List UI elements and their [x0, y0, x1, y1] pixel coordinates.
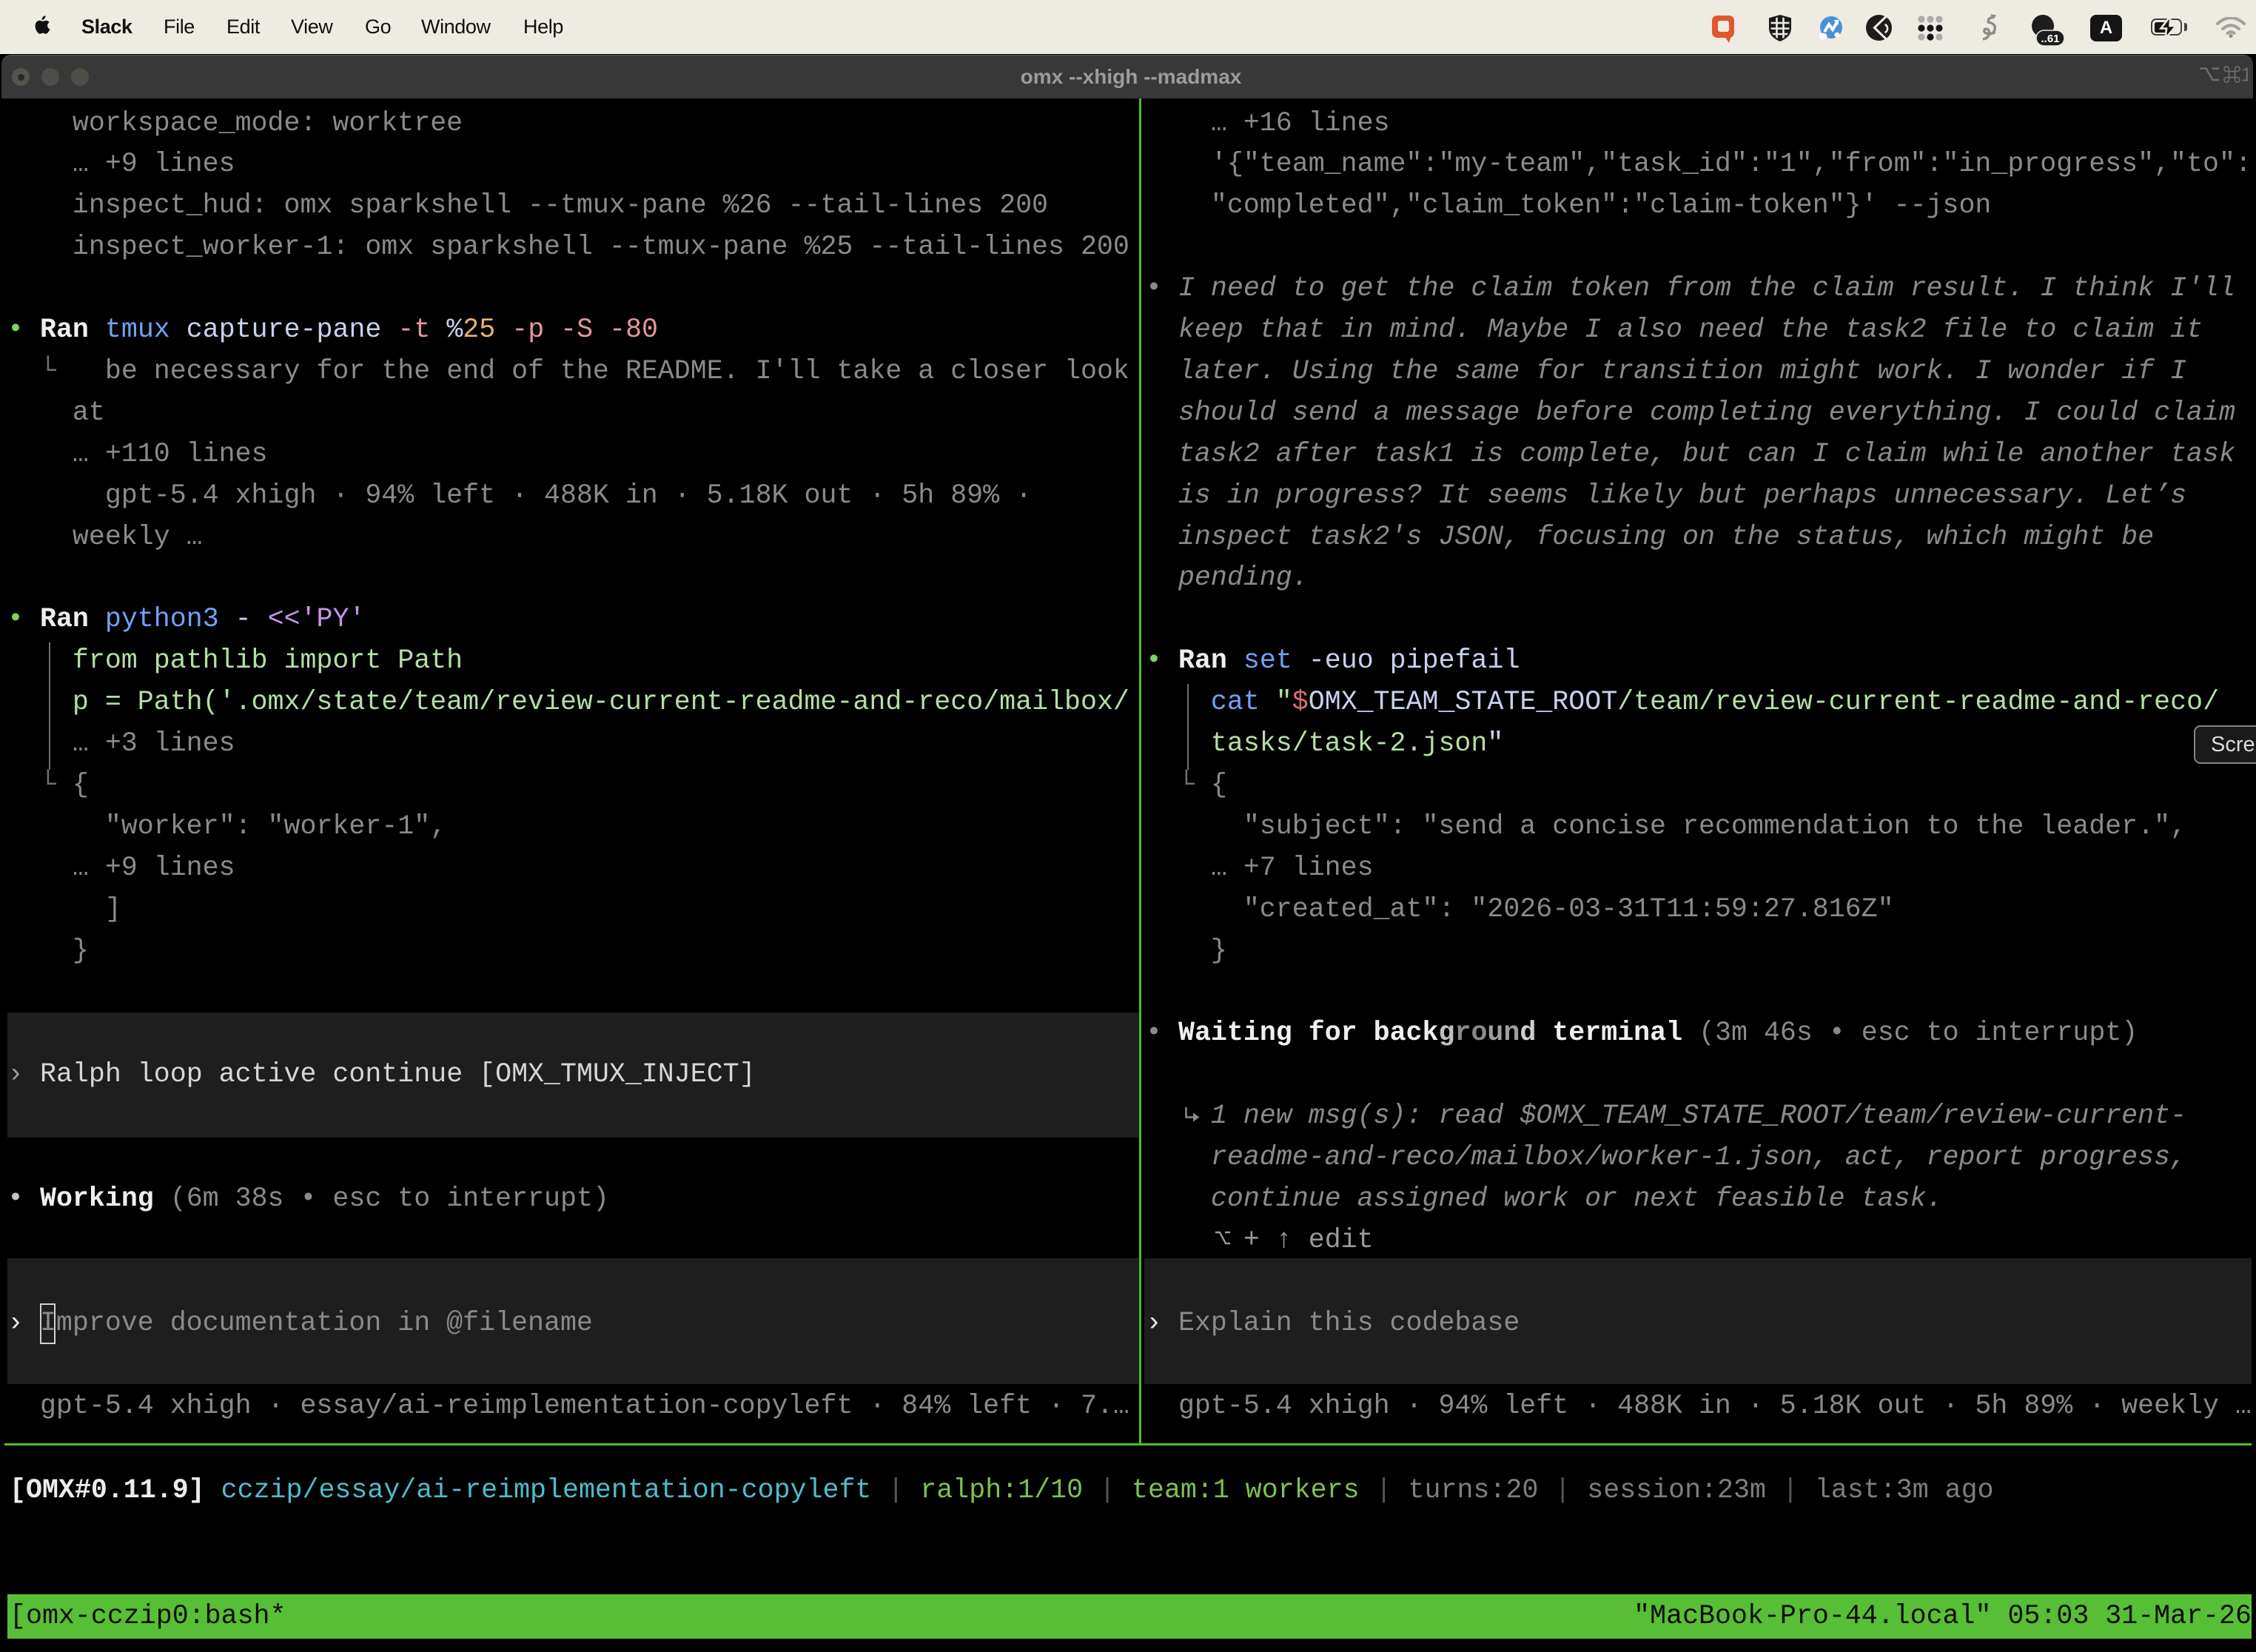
svg-text:1: 1	[2241, 64, 2248, 84]
svg-text:..61: ..61	[2041, 33, 2059, 45]
